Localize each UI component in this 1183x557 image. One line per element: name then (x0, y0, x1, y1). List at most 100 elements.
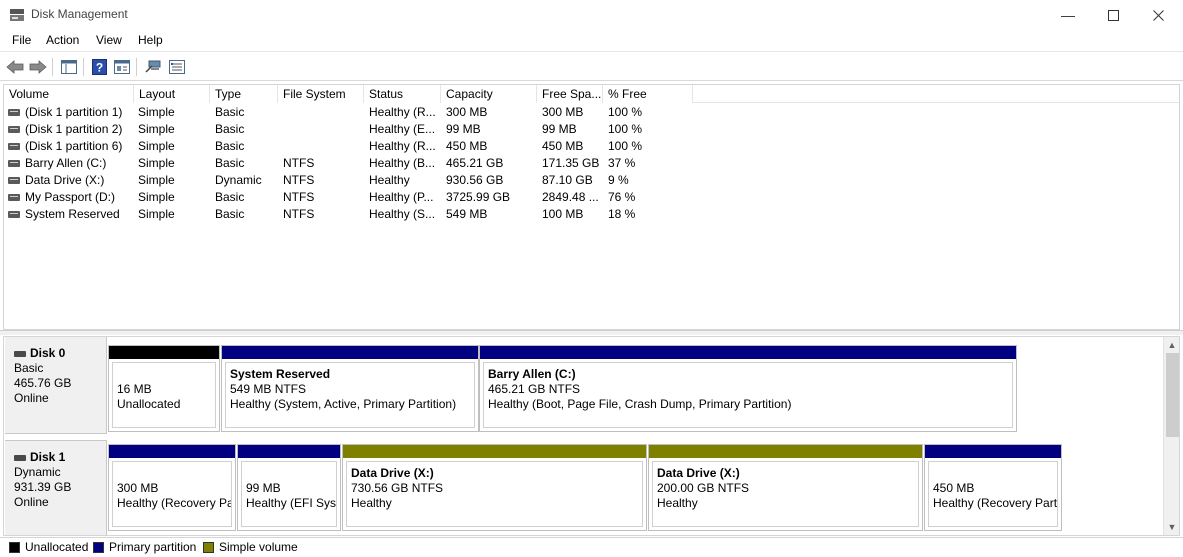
simple-volume-band (343, 445, 646, 458)
maximize-button[interactable] (1090, 0, 1136, 30)
scrollbar-thumb[interactable] (1166, 353, 1179, 437)
partition-status: Unallocated (117, 397, 181, 411)
disk-1-partition-4[interactable]: Data Drive (X:) 200.00 GB NTFS Healthy (648, 444, 923, 531)
menu-file[interactable]: File (12, 33, 31, 47)
cell-free-space: 171.35 GB (542, 156, 600, 170)
cell-status: Healthy (E... (369, 122, 436, 136)
disk-pane-scrollbar[interactable]: ▲ ▼ (1163, 337, 1179, 535)
menu-action[interactable]: Action (46, 33, 79, 47)
close-button[interactable] (1135, 0, 1181, 30)
connect-button[interactable] (143, 57, 163, 77)
toolbar-separator (136, 58, 137, 76)
title-bar: Disk Management — (0, 0, 1183, 30)
disk-name: Disk 0 (30, 346, 66, 360)
menu-help[interactable]: Help (138, 33, 163, 47)
column-header-status[interactable]: Status (364, 85, 441, 103)
table-row[interactable]: System Reserved Simple Basic NTFS Healthy (S… (4, 206, 1179, 223)
cell-percent-free: 100 % (608, 139, 643, 153)
table-row[interactable]: Barry Allen (C:) Simple Basic NTFS Healthy (… (4, 155, 1179, 172)
cell-percent-free: 100 % (608, 105, 643, 119)
table-row[interactable]: (Disk 1 partition 6) Simple Basic Healthy (… (4, 138, 1179, 155)
cell-capacity: 930.56 GB (446, 173, 504, 187)
chevron-up-icon: ▲ (1167, 340, 1177, 350)
column-header-capacity[interactable]: Capacity (441, 85, 537, 103)
cell-volume: My Passport (D:) (25, 190, 116, 204)
cell-free-space: 2849.48 ... (542, 190, 599, 204)
volume-list-header: Volume Layout Type File System Status Ca… (4, 85, 1179, 103)
properties-button[interactable] (112, 57, 132, 77)
forward-button[interactable] (28, 57, 48, 77)
cell-layout: Simple (138, 156, 175, 170)
disk-1-partition-3[interactable]: Data Drive (X:) 730.56 GB NTFS Healthy (342, 444, 647, 531)
disk-0-partition-3[interactable]: Barry Allen (C:) 465.21 GB NTFS Healthy … (479, 345, 1017, 432)
show-hide-console-tree-button[interactable] (59, 57, 79, 77)
cell-free-space: 100 MB (542, 207, 584, 221)
back-button[interactable] (5, 57, 25, 77)
cell-volume: Data Drive (X:) (25, 173, 105, 187)
properties-icon (114, 60, 130, 74)
cell-capacity: 300 MB (446, 105, 488, 119)
help-button[interactable]: ? (89, 57, 109, 77)
partition-status: Healthy (657, 496, 698, 510)
table-row[interactable]: (Disk 1 partition 2) Simple Basic Healthy (… (4, 121, 1179, 138)
column-header-file-system[interactable]: File System (278, 85, 364, 103)
help-icon: ? (91, 59, 107, 75)
minimize-button[interactable]: — (1045, 0, 1091, 30)
cell-file-system: NTFS (283, 207, 315, 221)
column-header-layout[interactable]: Layout (134, 85, 210, 103)
scroll-up-button[interactable]: ▲ (1164, 337, 1180, 353)
cell-layout: Simple (138, 207, 175, 221)
settings-button[interactable] (167, 57, 187, 77)
close-icon (1152, 9, 1164, 21)
column-header-free-space[interactable]: Free Spa... (537, 85, 603, 103)
cell-volume: Barry Allen (C:) (25, 156, 107, 170)
cell-layout: Simple (138, 190, 175, 204)
maximize-icon (1107, 9, 1119, 21)
column-header-type[interactable]: Type (210, 85, 278, 103)
cell-free-space: 99 MB (542, 122, 577, 136)
cell-percent-free: 9 % (608, 173, 629, 187)
partition-name: System Reserved (230, 367, 331, 381)
column-header-volume[interactable]: Volume (4, 85, 134, 103)
cell-file-system: NTFS (283, 156, 315, 170)
cell-volume: (Disk 1 partition 6) (25, 139, 123, 153)
table-row[interactable]: (Disk 1 partition 1) Simple Basic Healthy (… (4, 104, 1179, 121)
show-hide-console-tree-icon (61, 60, 77, 74)
partition-size: 16 MB (117, 382, 152, 396)
minimize-icon: — (1061, 7, 1075, 23)
cell-status: Healthy (R... (369, 105, 436, 119)
cell-type: Basic (215, 156, 245, 170)
cell-status: Healthy (369, 173, 410, 187)
partition-size: 200.00 GB NTFS (657, 481, 750, 495)
primary-partition-band (480, 346, 1016, 359)
disk-graphical-view: Disk 0 Basic 465.76 GB Online 16 MB Unal… (3, 336, 1180, 536)
scroll-down-button[interactable]: ▼ (1164, 519, 1180, 535)
legend-swatch (203, 541, 214, 553)
disk-1-partition-1[interactable]: 300 MB Healthy (Recovery Pa (108, 444, 236, 531)
cell-status: Healthy (P... (369, 190, 434, 204)
cell-volume: System Reserved (25, 207, 120, 221)
disk-state: Online (14, 391, 49, 405)
disk-1-partition-5[interactable]: 450 MB Healthy (Recovery Parti (924, 444, 1062, 531)
table-row[interactable]: Data Drive (X:) Simple Dynamic NTFS Healthy 9… (4, 172, 1179, 189)
column-header-percent-free[interactable]: % Free (603, 85, 693, 103)
cell-volume: (Disk 1 partition 2) (25, 122, 123, 136)
menu-view[interactable]: View (96, 33, 122, 47)
disk-0-info[interactable]: Disk 0 Basic 465.76 GB Online (5, 337, 107, 434)
disk-1-partition-2[interactable]: 99 MB Healthy (EFI Syst (237, 444, 341, 531)
disk-0-partition-2[interactable]: System Reserved 549 MB NTFS Healthy (Sys… (221, 345, 479, 432)
partition-size: 549 MB NTFS (230, 382, 307, 396)
partition-size: 99 MB (246, 481, 281, 495)
pane-splitter[interactable] (0, 330, 1183, 335)
menu-bar: File Action View Help (0, 30, 1183, 52)
disk-0-partition-1[interactable]: 16 MB Unallocated (108, 345, 220, 432)
legend-bar: Unallocated Primary partition Simple vol… (0, 537, 1183, 557)
cell-volume: (Disk 1 partition 1) (25, 105, 123, 119)
table-row[interactable]: My Passport (D:) Simple Basic NTFS Healthy (… (4, 189, 1179, 206)
cell-free-space: 87.10 GB (542, 173, 593, 187)
partition-status: Healthy (System, Active, Primary Partiti… (230, 397, 457, 411)
forward-icon (29, 60, 47, 74)
partition-size: 730.56 GB NTFS (351, 481, 444, 495)
cell-percent-free: 37 % (608, 156, 636, 170)
disk-1-info[interactable]: Disk 1 Dynamic 931.39 GB Online (5, 440, 107, 535)
